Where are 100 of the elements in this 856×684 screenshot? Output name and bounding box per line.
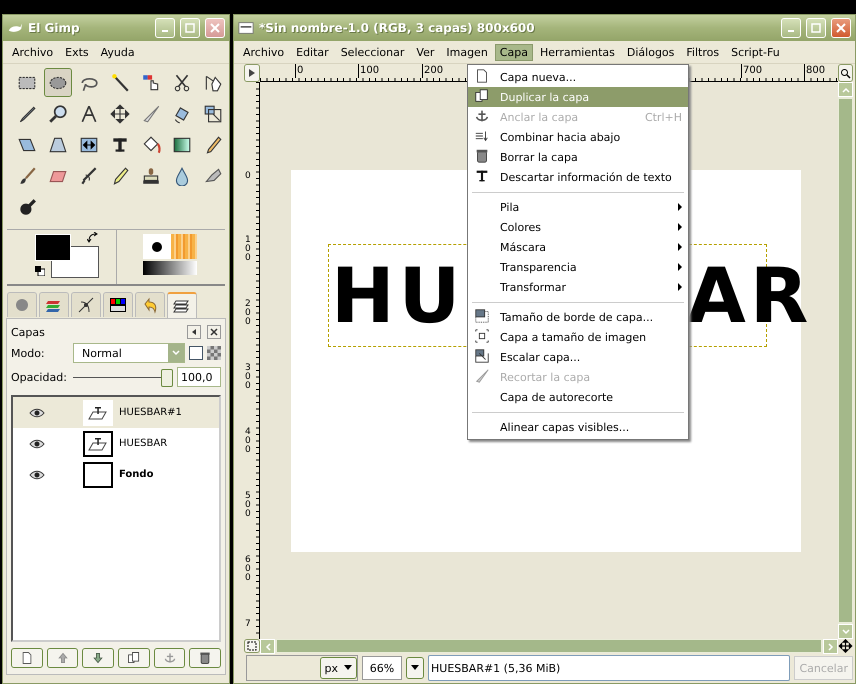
menu-item[interactable]: Capa de autorecorte (468, 387, 688, 407)
swap-colors-icon[interactable] (87, 232, 99, 244)
left-arrow-icon (190, 328, 198, 336)
menu-item[interactable]: Borrar la capa (468, 147, 688, 167)
duplicate-icon (474, 88, 490, 104)
close-button[interactable] (831, 18, 851, 38)
dock-tab[interactable] (103, 292, 133, 317)
close-icon (210, 23, 220, 33)
menu-item[interactable]: Escalar capa... (468, 347, 688, 367)
eyedropper-icon (17, 104, 37, 124)
menu-item[interactable]: Filtros (681, 44, 724, 60)
menu-item[interactable]: Alinear capas visibles... (468, 417, 688, 437)
submenu-arrow-icon (678, 203, 682, 211)
menu-item[interactable]: Descartar información de texto (468, 167, 688, 187)
status-message: HUESBAR#1 (5,36 MiB) (428, 655, 790, 681)
opacity-field[interactable]: 100,0 (177, 367, 221, 387)
chevron-right-icon (828, 642, 834, 650)
dashed-square-icon (247, 641, 257, 651)
zoom-dropdown-button[interactable] (406, 657, 424, 679)
stamp-icon (141, 166, 161, 186)
mode-dropdown[interactable]: Normal (73, 343, 185, 363)
hand-pointer-icon (141, 72, 161, 92)
ruler-label: 7 (245, 618, 252, 629)
menu-item[interactable]: Diálogos (622, 44, 680, 60)
anchor-layer-button[interactable] (154, 648, 186, 668)
compass-icon (79, 104, 99, 124)
menu-item[interactable]: Seleccionar (336, 44, 410, 60)
eye-icon[interactable] (29, 408, 45, 418)
page-icon (20, 651, 34, 665)
lock-checkbox[interactable] (189, 346, 203, 360)
lower-layer-button[interactable] (82, 648, 114, 668)
text-layer-icon (88, 406, 108, 420)
menu-item[interactable]: Editar (291, 44, 334, 60)
window-title: *Sin nombre-1.0 (RGB, 3 capas) 800x600 (259, 21, 536, 35)
layer-row[interactable]: Fondo (13, 459, 219, 490)
menu-item[interactable]: Imagen (441, 44, 493, 60)
duplicate-layer-button[interactable] (118, 648, 150, 668)
up-arrow-icon (56, 651, 70, 665)
brush-preview[interactable] (142, 234, 170, 259)
menu-item[interactable]: Máscara (468, 237, 688, 257)
scale-icon (203, 104, 223, 124)
paths-icon (77, 296, 95, 314)
move-icon[interactable] (838, 639, 853, 653)
gradient-preview[interactable] (142, 261, 196, 275)
bucket-icon (141, 134, 161, 154)
ruler-label: 200 (422, 64, 444, 78)
layer-row[interactable]: HUESBAR (13, 428, 219, 459)
maximize-icon (185, 23, 195, 33)
layer-thumbnail (83, 462, 113, 488)
menu-item[interactable]: Capa nueva... (468, 67, 688, 87)
zoom-field[interactable]: 66% (362, 656, 402, 680)
blade-icon (474, 368, 490, 384)
dock-tab[interactable] (71, 292, 101, 317)
scale-layer-icon (474, 348, 490, 364)
menu-item[interactable]: Pila (468, 197, 688, 217)
new-layer-button[interactable] (11, 648, 43, 668)
menu-item[interactable]: Colores (468, 217, 688, 237)
unit-dropdown[interactable]: px (320, 657, 357, 679)
ruler-label: 600 (245, 554, 252, 583)
menu-item[interactable]: Ayuda (96, 44, 140, 60)
opacity-slider-thumb[interactable] (161, 368, 173, 386)
tool-button[interactable] (44, 68, 72, 97)
menu-item[interactable]: Combinar hacia abajo (468, 127, 688, 147)
menu-item[interactable]: Transformar (468, 277, 688, 297)
ruler-label: 100 (358, 64, 380, 78)
menu-item[interactable]: Tamaño de borde de capa... (468, 307, 688, 327)
navigation-button[interactable] (244, 639, 260, 653)
menu-item[interactable]: Herramientas (534, 44, 620, 60)
menu-item[interactable]: Archivo (238, 44, 290, 60)
menu-item[interactable]: Transparencia (468, 257, 688, 277)
ruler-label: 800 (804, 64, 826, 78)
maximize-icon (811, 23, 821, 33)
default-colors-icon[interactable] (35, 266, 45, 276)
close-tab-button[interactable] (207, 325, 221, 339)
layer-name: Fondo (119, 469, 154, 480)
dock-tab[interactable] (167, 292, 197, 318)
menu-item[interactable]: Archivo (7, 44, 58, 60)
delete-layer-button[interactable] (189, 648, 222, 668)
anchor-icon (474, 108, 490, 124)
blade-icon (141, 104, 161, 124)
layer-row[interactable]: HUESBAR#1 (13, 397, 219, 428)
zoom-button[interactable] (838, 64, 853, 82)
eye-icon[interactable] (29, 470, 45, 480)
eye-icon[interactable] (29, 438, 45, 448)
window-title: El Gimp (28, 21, 81, 35)
anchor-icon (162, 651, 177, 665)
menu-item[interactable]: Exts (60, 44, 94, 60)
menu-item[interactable]: Capa a tamaño de imagen (468, 327, 688, 347)
color-swatches-drawing[interactable] (35, 234, 97, 276)
menu-item[interactable]: Script-Fu (726, 44, 785, 60)
image-thumbnail-icon (238, 20, 254, 36)
menu-item[interactable]: Ver (411, 44, 440, 60)
ruler-label: 0 (295, 64, 304, 78)
quick-mask-button[interactable] (244, 64, 260, 82)
chevron-left-icon (264, 642, 270, 650)
tab-menu-button[interactable] (187, 325, 201, 339)
play-icon (247, 68, 257, 78)
menu-item[interactable]: Capa (494, 44, 533, 60)
chevron-icon (172, 350, 180, 356)
raise-layer-button[interactable] (46, 648, 78, 668)
